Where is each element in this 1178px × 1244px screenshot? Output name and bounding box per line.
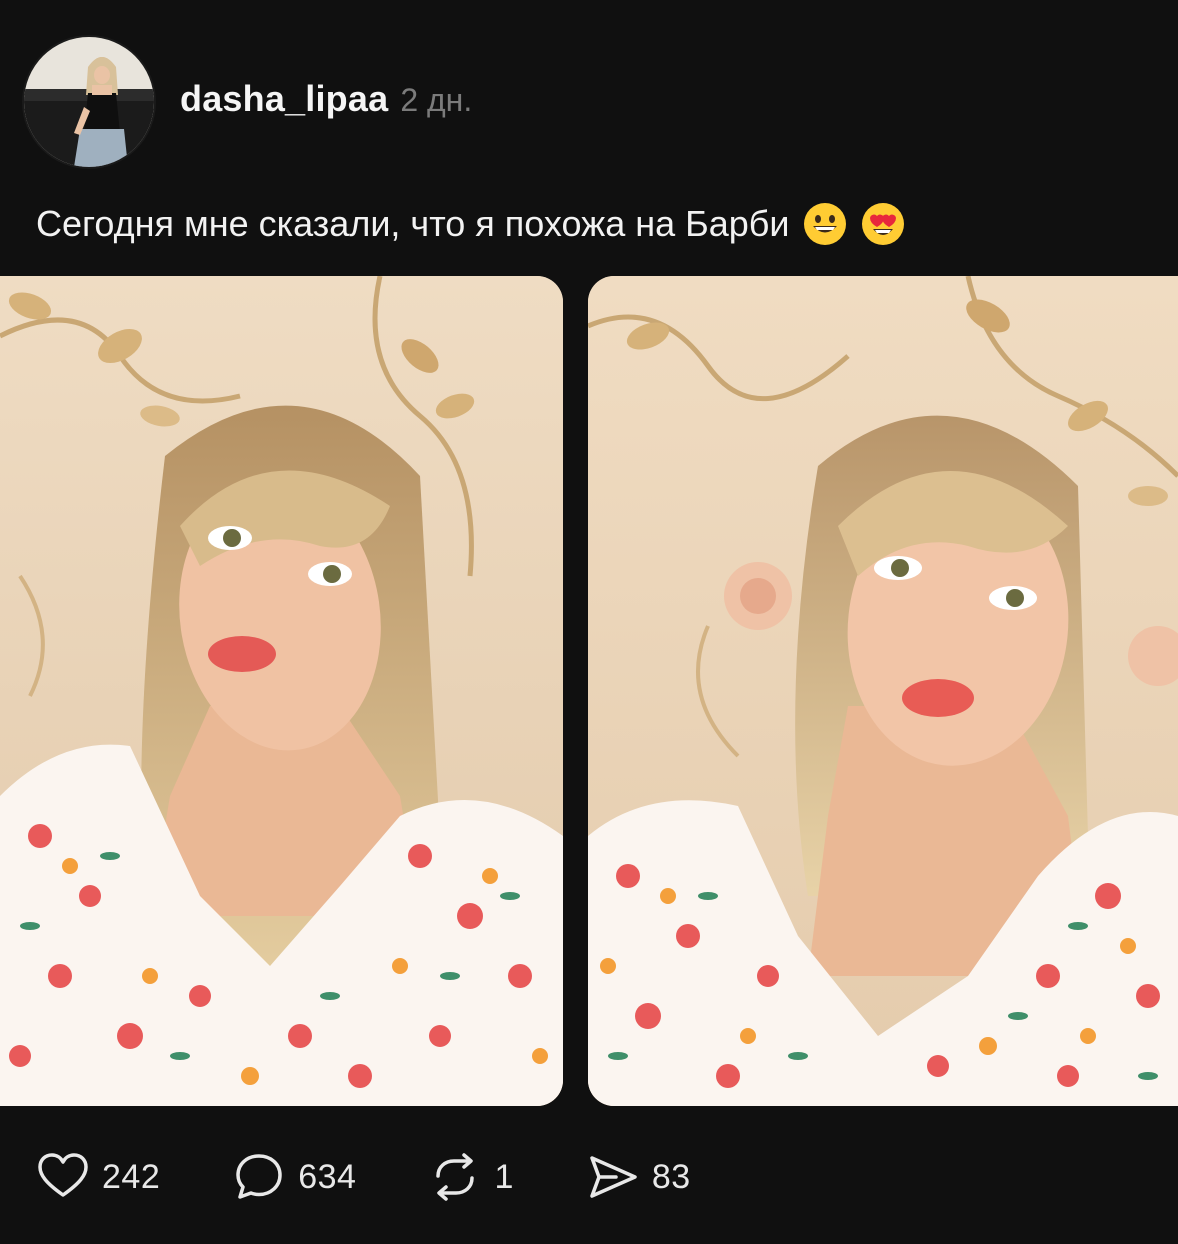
timestamp: 2 дн.: [400, 82, 473, 118]
header-text: dasha_lipaa 2 дн.: [180, 78, 472, 120]
like-count: 242: [102, 1157, 161, 1196]
repost-icon: [436, 1153, 475, 1201]
share-button[interactable]: 83: [586, 1150, 691, 1204]
send-icon: [590, 1156, 637, 1198]
caption-text: Сегодня мне сказали, что я похожа на Бар…: [36, 203, 790, 244]
username[interactable]: dasha_lipaa: [180, 78, 388, 120]
post-photo-2[interactable]: [588, 276, 1178, 1106]
share-count: 83: [651, 1157, 691, 1196]
comment-count: 634: [298, 1157, 357, 1196]
comment-button[interactable]: 634: [232, 1150, 356, 1204]
post-header: dasha_lipaa 2 дн.: [24, 36, 472, 168]
photo-2-image: [588, 276, 1178, 1106]
repost-count: 1: [494, 1157, 514, 1196]
post-actions: 242 634 1 83: [36, 1145, 691, 1209]
comment-bubble-icon: [236, 1154, 282, 1199]
repost-button[interactable]: 1: [428, 1150, 513, 1204]
like-button[interactable]: 242: [36, 1150, 160, 1204]
post-caption: Сегодня мне сказали, что я похожа на Бар…: [36, 198, 906, 250]
grinning-face-icon: [803, 203, 846, 245]
heart-icon: [38, 1153, 88, 1197]
photo-1-image: [0, 276, 563, 1106]
post-photo-1[interactable]: [0, 276, 563, 1106]
avatar-image: [24, 37, 154, 167]
avatar[interactable]: [24, 37, 154, 167]
heart-eyes-face-icon: [861, 203, 904, 245]
